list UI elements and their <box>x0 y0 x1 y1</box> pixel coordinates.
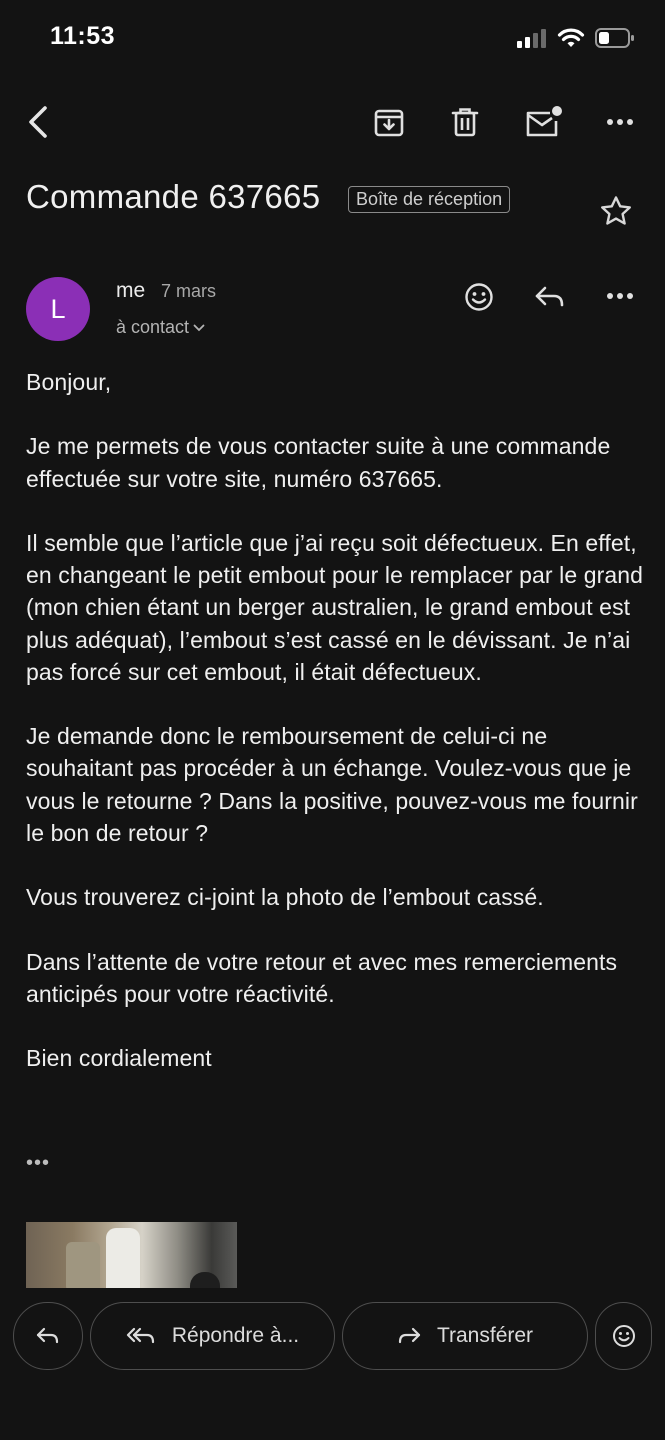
emoji-smile-icon <box>612 1325 635 1347</box>
react-button[interactable] <box>460 278 498 316</box>
wifi-icon <box>557 28 585 47</box>
message-more-button[interactable] <box>598 281 642 311</box>
message-date: 7 mars <box>161 281 217 301</box>
body-paragraph: Je demande donc le remboursement de celu… <box>26 723 638 846</box>
show-trimmed-content[interactable]: ••• <box>26 1152 50 1175</box>
emoji-reaction-button[interactable] <box>595 1302 652 1370</box>
sender-avatar[interactable]: L <box>26 277 90 341</box>
body-paragraph: Dans l’attente de votre retour et avec m… <box>26 948 618 1007</box>
back-arrow-icon <box>29 106 47 138</box>
reply-icon <box>535 286 564 307</box>
message-body: Bonjour, Je me permets de vous contacter… <box>26 366 646 1107</box>
reply-all-button[interactable]: Répondre à... <box>90 1302 335 1370</box>
sender-name: me <box>116 279 146 302</box>
more-options-button[interactable] <box>598 106 642 138</box>
trash-icon <box>451 108 479 137</box>
archive-button[interactable] <box>368 101 410 143</box>
attachment-thumbnail[interactable] <box>26 1222 237 1288</box>
more-horizontal-icon <box>607 119 633 125</box>
reply-pill-button[interactable] <box>13 1302 83 1370</box>
star-button[interactable] <box>596 192 636 230</box>
star-icon <box>601 196 631 225</box>
attachment-object <box>106 1228 140 1288</box>
attachment-object <box>190 1272 220 1288</box>
forward-button[interactable]: Transférer <box>342 1302 588 1370</box>
recipient-label: à contact <box>116 317 190 337</box>
email-subject: Commande 637665 <box>26 178 321 215</box>
more-horizontal-icon <box>607 293 633 299</box>
status-time: 11:53 <box>50 22 116 50</box>
battery-icon <box>595 28 634 48</box>
emoji-smile-icon <box>465 283 493 311</box>
forward-label: Transférer <box>436 1324 534 1347</box>
mark-unread-button[interactable] <box>520 101 566 143</box>
chevron-down-icon <box>193 324 205 331</box>
reply-all-icon <box>126 1327 154 1344</box>
delete-button[interactable] <box>444 101 486 143</box>
reply-button[interactable] <box>530 280 570 314</box>
body-paragraph: Il semble que l’article que j’ai reçu so… <box>26 529 644 685</box>
inbox-label-chip[interactable]: Boîte de réception <box>348 186 511 213</box>
forward-icon <box>398 1327 421 1344</box>
body-paragraph: Bien cordialement <box>26 1045 212 1072</box>
recipient-toggle[interactable]: à contact <box>116 317 205 338</box>
body-paragraph: Vous trouverez ci-joint la photo de l’em… <box>26 884 544 911</box>
body-paragraph: Bonjour, <box>26 369 112 395</box>
mail-unread-icon <box>526 106 562 137</box>
archive-icon <box>374 109 404 137</box>
attachment-object <box>66 1242 100 1288</box>
status-indicators <box>517 27 635 49</box>
back-button[interactable] <box>18 102 58 142</box>
body-paragraph: Je me permets de vous contacter suite à … <box>26 433 611 492</box>
reply-icon <box>36 1327 59 1344</box>
cellular-signal-icon <box>517 29 546 48</box>
reply-all-label: Répondre à... <box>171 1324 300 1347</box>
